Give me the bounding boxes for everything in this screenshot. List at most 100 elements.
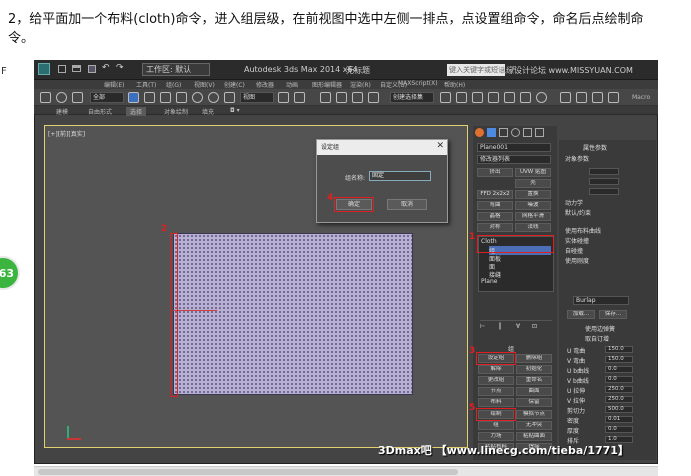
- ribbon-tab-modeling[interactable]: 建模: [56, 107, 68, 116]
- forcefield-button[interactable]: 力场: [478, 432, 514, 441]
- menu-maxscript[interactable]: MAXScript(X): [398, 80, 438, 87]
- ribbon-tab-freeform[interactable]: 自由形式: [88, 107, 112, 116]
- make-unique-icon[interactable]: ∀: [516, 323, 520, 330]
- select-object-icon[interactable]: [128, 92, 139, 103]
- rendered-frame-icon[interactable]: [576, 92, 587, 103]
- show-end-result-icon[interactable]: ║: [498, 323, 502, 330]
- workspace-dropdown[interactable]: 工作区: 默认: [142, 63, 210, 76]
- modifier-btn-symmetry[interactable]: 对称: [477, 223, 513, 232]
- object-name-field[interactable]: Plane001: [477, 143, 551, 152]
- pivot-center-icon[interactable]: [278, 92, 289, 103]
- link-icon[interactable]: [56, 92, 67, 103]
- menu-group[interactable]: 组(G): [166, 80, 181, 89]
- new-file-icon[interactable]: [58, 65, 66, 73]
- cancel-button[interactable]: 取消: [387, 199, 427, 210]
- param-spinner-2[interactable]: [589, 178, 619, 185]
- remove-modifier-icon[interactable]: ⊡: [532, 323, 537, 330]
- motion-tab-icon[interactable]: [511, 128, 520, 137]
- modify-tab-icon[interactable]: [487, 128, 496, 137]
- checkbox-self-collision[interactable]: 自碰撞: [565, 246, 583, 255]
- load-button[interactable]: 加载...: [567, 310, 595, 319]
- select-by-name-icon[interactable]: [144, 92, 155, 103]
- menu-graph-editors[interactable]: 图形编辑器: [312, 80, 342, 89]
- modifier-btn-bend[interactable]: 弯曲: [477, 201, 513, 210]
- delete-group-button[interactable]: 删除组: [516, 354, 552, 363]
- move-icon[interactable]: [192, 92, 203, 103]
- value-v-bcurve[interactable]: 0.0: [605, 376, 633, 383]
- value-v-stretch[interactable]: 250.0: [605, 396, 633, 403]
- checkbox-cloth-curve[interactable]: 使用布料曲线: [565, 226, 601, 235]
- hierarchy-tab-icon[interactable]: [499, 128, 508, 137]
- param-spinner-1[interactable]: [589, 168, 619, 175]
- create-tab-icon[interactable]: [475, 128, 484, 137]
- node-button[interactable]: 节点: [478, 387, 514, 396]
- reference-coord-dropdown[interactable]: 视图: [240, 92, 274, 103]
- render-setup-icon[interactable]: [560, 92, 571, 103]
- undo-icon[interactable]: ↶: [102, 63, 110, 73]
- modifier-btn-ffd[interactable]: FFD 2x2x2: [477, 190, 513, 199]
- preserve-button[interactable]: 保留: [516, 398, 552, 407]
- rectangle-selection-icon[interactable]: [160, 92, 171, 103]
- value-u-bcurve[interactable]: 0.0: [605, 366, 633, 373]
- pin-stack-icon[interactable]: ⊢: [480, 323, 485, 330]
- modifier-btn-extrude[interactable]: 挤出: [477, 168, 513, 177]
- viewport-label[interactable]: [+][前][真实]: [48, 129, 85, 138]
- properties-header[interactable]: 属性参数: [583, 143, 607, 152]
- mirror-icon[interactable]: [440, 92, 451, 103]
- sim-node-button[interactable]: 模拟节点: [516, 410, 552, 419]
- value-v-bend[interactable]: 150.0: [605, 356, 633, 363]
- change-group-button[interactable]: 更改组: [478, 376, 514, 385]
- ribbon-options-icon[interactable]: ◘ ▾: [230, 107, 240, 114]
- page-horizontal-scrollbar[interactable]: [34, 466, 658, 476]
- curve-editor-icon[interactable]: [504, 92, 515, 103]
- modifier-btn-uvw[interactable]: UVW 贴图: [515, 168, 551, 177]
- modifier-btn-noise[interactable]: 噪波: [515, 201, 551, 210]
- close-icon[interactable]: ✕: [436, 141, 444, 151]
- snap-toggle-icon[interactable]: [320, 92, 331, 103]
- surface-button[interactable]: 曲面: [516, 387, 552, 396]
- menu-rendering[interactable]: 渲染(R): [350, 80, 371, 89]
- save-icon[interactable]: [88, 65, 96, 73]
- render-icon[interactable]: [592, 92, 603, 103]
- rename-button[interactable]: 重命名: [516, 376, 552, 385]
- render-iterative-icon[interactable]: [608, 92, 619, 103]
- value-u-stretch[interactable]: 250.0: [605, 386, 633, 393]
- use-edge-springs-label[interactable]: 使用边弹簧: [585, 324, 615, 333]
- modifier-list-dropdown[interactable]: 修改器列表: [477, 155, 551, 164]
- undo-icon[interactable]: [40, 92, 51, 103]
- save-button[interactable]: 保存...: [599, 310, 627, 319]
- app-logo-icon[interactable]: [38, 63, 50, 75]
- menu-tools[interactable]: 工具(T): [136, 80, 156, 89]
- cloth-button[interactable]: 布料: [478, 398, 514, 407]
- modifier-btn-displace[interactable]: 置换: [515, 190, 551, 199]
- value-thickness[interactable]: 0.0: [605, 426, 633, 433]
- group-name-input[interactable]: 固定: [369, 171, 431, 181]
- utilities-tab-icon[interactable]: [535, 128, 544, 137]
- menu-views[interactable]: 视图(V): [194, 80, 215, 89]
- modifier-btn-shell[interactable]: 壳: [515, 179, 551, 188]
- scale-icon[interactable]: [224, 92, 235, 103]
- angle-snap-icon[interactable]: [336, 92, 347, 103]
- select-manipulate-icon[interactable]: [294, 92, 305, 103]
- unlink-icon[interactable]: [72, 92, 83, 103]
- layer-manager-icon[interactable]: [472, 92, 483, 103]
- search-input[interactable]: 键入关键字或短语: [447, 64, 505, 76]
- rotate-icon[interactable]: [208, 92, 219, 103]
- group-button[interactable]: 组: [478, 421, 514, 430]
- value-shear[interactable]: 500.0: [605, 406, 633, 413]
- cloth-plane-mesh[interactable]: [173, 233, 413, 395]
- material-editor-icon[interactable]: [536, 92, 547, 103]
- modifier-btn-meshsmooth[interactable]: 网格平滑: [515, 212, 551, 221]
- redo-icon[interactable]: ↷: [116, 63, 124, 73]
- value-u-bend[interactable]: 150.0: [605, 346, 633, 353]
- open-file-icon[interactable]: [72, 65, 81, 72]
- scrollbar-thumb[interactable]: [38, 469, 458, 475]
- ribbon-tab-selection[interactable]: 选择: [126, 107, 147, 116]
- named-selection-dropdown[interactable]: 创建选择集: [390, 92, 434, 103]
- align-icon[interactable]: [456, 92, 467, 103]
- preset-dropdown[interactable]: Burlap: [573, 296, 629, 305]
- checkbox-solid-collision[interactable]: 实体碰撞: [565, 236, 589, 245]
- modifier-btn-lattice[interactable]: 晶格: [477, 212, 513, 221]
- spinner-snap-icon[interactable]: [368, 92, 379, 103]
- modifier-btn-normal[interactable]: 法线: [515, 223, 551, 232]
